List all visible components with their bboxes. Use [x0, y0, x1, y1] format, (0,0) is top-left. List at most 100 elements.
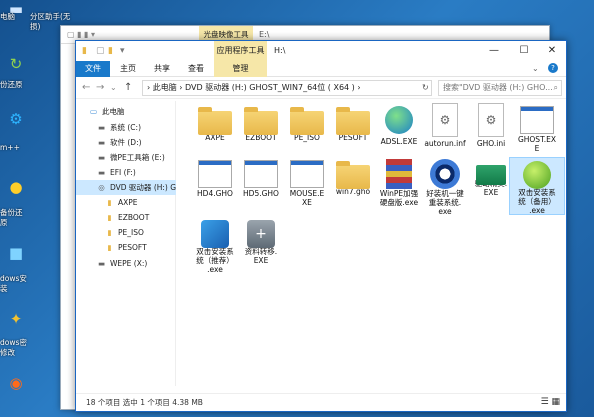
- key-icon[interactable]: ✦: [0, 310, 32, 329]
- settings-file-icon: ⚙: [478, 103, 504, 137]
- tab-file[interactable]: 文件: [76, 61, 110, 77]
- close-button[interactable]: ✕: [538, 41, 566, 61]
- desktop-label-computer: 电脑: [0, 12, 15, 21]
- nav-item-c[interactable]: ▬ 系统 (C:): [76, 120, 176, 135]
- nav-label: DVD 驱动器 (H:) G: [110, 183, 176, 192]
- file-label: 双击安装系 统（备用） .exe: [518, 188, 556, 215]
- search-placeholder: 搜索"DVD 驱动器 (H:) GHO...: [443, 83, 553, 92]
- status-bar: 18 个项目 选中 1 个项目 4.38 MB ☰ ▦: [76, 393, 566, 411]
- background-window-title: E:\: [259, 30, 270, 39]
- desktop-label-win-install: dows安 装: [0, 274, 27, 293]
- nav-label: EFI (F:): [110, 168, 136, 177]
- eye-app-icon: [430, 159, 460, 189]
- application-window-icon: [290, 160, 324, 188]
- background-window-icons: ▢ ▮ ▮ ▾: [67, 30, 96, 39]
- windows-installer-icon[interactable]: ■: [0, 244, 32, 263]
- folder-icon: ▮: [107, 228, 112, 237]
- nav-item-pe-iso[interactable]: ▮ PE_ISO: [76, 225, 176, 240]
- folder-icon: [198, 107, 232, 135]
- recent-dropdown-icon[interactable]: ⌄: [110, 81, 117, 95]
- nav-item-h[interactable]: ◎ DVD 驱动器 (H:) G: [76, 180, 176, 195]
- navigation-pane: ▭ 此电脑 ▬ 系统 (C:) ▬ 软件 (D:) ▬ 微PE工具箱 (E:) ▬ EFI…: [76, 101, 176, 386]
- tab-share[interactable]: 共享: [146, 61, 178, 77]
- file-label: GHOST.EX E: [517, 135, 557, 153]
- nav-item-pesoft[interactable]: ▮ PESOFT: [76, 240, 176, 255]
- archive-icon: [386, 159, 412, 189]
- up-arrow-icon[interactable]: ↑: [124, 81, 132, 95]
- folder-icon: [244, 107, 278, 135]
- explorer-window[interactable]: ▮ ▢ ▮ ▾ 应用程序工具 H:\ — ☐ ✕ 文件 主页 共享 查看 管理 …: [75, 40, 567, 412]
- drive-icon: ▬: [97, 168, 106, 177]
- application-window-icon: [520, 106, 554, 134]
- file-grid: AXPE EZBOOT PE_ISO PESOFT ADSL.EXE ⚙ aut…: [177, 101, 567, 391]
- nav-item-e[interactable]: ▬ 微PE工具箱 (E:): [76, 150, 176, 165]
- nav-label: AXPE: [118, 198, 138, 207]
- dvd-icon: ◎: [98, 183, 105, 192]
- titlebar: ▮ ▢ ▮ ▾ 应用程序工具 H:\ — ☐ ✕: [76, 41, 566, 61]
- folder-icon: ▮: [107, 198, 112, 207]
- nav-label: WEPE (X:): [110, 259, 148, 268]
- folder-icon: ▮: [82, 46, 87, 56]
- folder-icon: [336, 107, 370, 135]
- drive-icon: ▬: [97, 153, 106, 162]
- folder-icon: [290, 107, 324, 135]
- path-text: › 此电脑 › DVD 驱动器 (H:) GHOST_WIN7_64位 ( X6…: [147, 83, 361, 92]
- gear-icon[interactable]: ⚙: [0, 110, 32, 129]
- nav-label: EZBOOT: [118, 213, 150, 222]
- user-transfer-icon: +: [247, 220, 275, 248]
- file-label: 资料转移. EXE: [244, 247, 278, 265]
- nav-item-ezboot[interactable]: ▮ EZBOOT: [76, 210, 176, 225]
- app-icon[interactable]: ◉: [0, 374, 32, 393]
- desktop-label-ghost: 备份还 原: [0, 208, 23, 227]
- desktop-label-win-password: dows密 修改: [0, 338, 27, 357]
- settings-file-icon: ⚙: [432, 103, 458, 137]
- folder-icon: ▮: [107, 243, 112, 252]
- context-tab-app-tools[interactable]: 应用程序工具: [214, 41, 267, 61]
- application-window-icon: [244, 160, 278, 188]
- tab-view[interactable]: 查看: [180, 61, 212, 77]
- ghost-icon[interactable]: ●: [0, 178, 32, 197]
- nav-label: 系统 (C:): [110, 123, 141, 132]
- file-item-selected[interactable]: 双击安装系 统（备用） .exe: [509, 157, 565, 215]
- forward-arrow-icon[interactable]: →: [96, 81, 104, 95]
- refresh-icon[interactable]: ↻: [422, 83, 429, 92]
- computer-icon: ▭: [89, 107, 98, 116]
- file-item[interactable]: + 资料转移. EXE: [233, 217, 289, 265]
- nav-item-d[interactable]: ▬ 软件 (D:): [76, 135, 176, 150]
- nav-item-axpe[interactable]: ▮ AXPE: [76, 195, 176, 210]
- minimize-button[interactable]: —: [480, 41, 508, 61]
- desktop-label-backup: 份还原: [0, 80, 23, 89]
- search-input[interactable]: 搜索"DVD 驱动器 (H:) GHO... ⌕: [438, 80, 562, 96]
- application-window-icon: [198, 160, 232, 188]
- search-icon: ⌕: [553, 83, 558, 92]
- tab-home[interactable]: 主页: [112, 61, 144, 77]
- address-path[interactable]: › 此电脑 › DVD 驱动器 (H:) GHOST_WIN7_64位 ( X6…: [142, 80, 432, 96]
- quick-access-dropdown-icon[interactable]: ▾: [120, 46, 125, 56]
- view-toggle-icons[interactable]: ☰ ▦: [541, 394, 560, 411]
- properties-icon[interactable]: ▢: [96, 46, 105, 56]
- backup-icon[interactable]: ↻: [0, 55, 32, 74]
- status-text: 18 个项目 选中 1 个项目 4.38 MB: [86, 398, 203, 407]
- expand-ribbon-icon[interactable]: ⌄: [532, 64, 539, 73]
- folder-icon: ▮: [107, 213, 112, 222]
- nav-label: 软件 (D:): [110, 138, 142, 147]
- folder-icon: [336, 161, 370, 189]
- back-arrow-icon[interactable]: ←: [82, 81, 90, 95]
- new-folder-icon[interactable]: ▮: [108, 46, 113, 56]
- nav-item-f[interactable]: ▬ EFI (F:): [76, 165, 176, 180]
- nav-item-x[interactable]: ▬ WEPE (X:): [76, 256, 176, 271]
- tab-manage[interactable]: 管理: [214, 61, 267, 77]
- nav-label: 此电脑: [102, 107, 125, 116]
- drive-icon: ▬: [97, 138, 106, 147]
- help-icon[interactable]: ?: [548, 63, 558, 73]
- driver-chip-icon: [476, 165, 506, 185]
- file-item[interactable]: GHOST.EX E: [509, 103, 565, 153]
- nav-label: PESOFT: [118, 243, 147, 252]
- disc-installer-icon: [201, 220, 229, 248]
- window-title: H:\: [274, 46, 286, 55]
- drive-icon: ▬: [97, 259, 106, 268]
- address-bar-row: ← → ⌄ ↑ › 此电脑 › DVD 驱动器 (H:) GHOST_WIN7_…: [76, 77, 566, 99]
- nav-item-this-pc[interactable]: ▭ 此电脑: [76, 104, 176, 119]
- desktop-label-mpp: m++: [0, 143, 20, 152]
- maximize-button[interactable]: ☐: [510, 41, 538, 61]
